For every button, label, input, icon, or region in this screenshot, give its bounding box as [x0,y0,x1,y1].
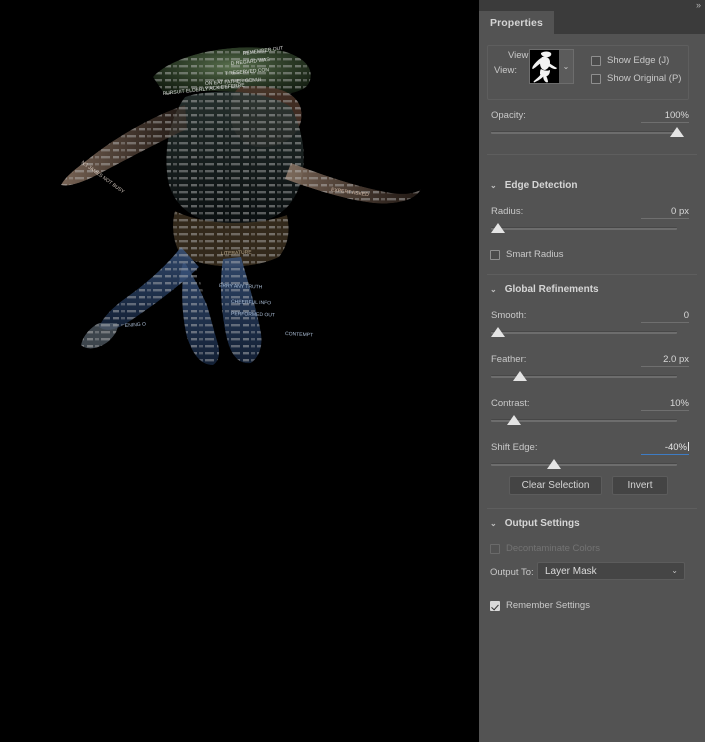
clear-selection-button[interactable]: Clear Selection [509,476,602,495]
artwork-typographic-figure: REMEMBER OUT D REGARD WAS T RESERVED CON… [35,35,455,375]
show-edge-checkbox[interactable] [591,55,601,66]
photoshop-select-and-mask-window: REMEMBER OUT D REGARD WAS T RESERVED CON… [0,0,705,742]
smooth-slider[interactable] [491,326,677,338]
opacity-slider-thumb[interactable] [670,127,684,137]
collapse-panel-icon[interactable]: » [696,1,701,10]
feather-slider[interactable] [491,370,677,382]
invert-button[interactable]: Invert [612,476,668,495]
output-to-value: Layer Mask [545,565,597,577]
decontaminate-colors-checkbox [490,543,500,554]
view-mode-selector[interactable]: ⌄ [529,49,574,84]
radius-slider-thumb[interactable] [491,223,505,233]
contrast-slider[interactable] [491,414,677,426]
feather-value[interactable]: 2.0 px [641,354,689,367]
opacity-slider[interactable] [491,126,684,138]
divider-1 [487,154,697,155]
section-header-edge-detection[interactable]: ⌄ Edge Detection [479,176,705,194]
output-to-dropdown[interactable]: Layer Mask ⌄ [537,562,685,580]
show-original-label: Show Original (P) [607,73,682,84]
chevron-down-icon[interactable]: ⌄ [559,50,573,83]
figure-silhouette-thumbnail-icon [530,50,559,83]
feather-slider-thumb[interactable] [513,371,527,381]
feather-label: Feather: [491,354,527,365]
chevron-down-icon[interactable]: ⌄ [490,285,497,294]
remember-settings-checkbox-row[interactable]: Remember Settings [490,600,590,611]
shift-edge-label: Shift Edge: [491,442,538,453]
radius-slider-track[interactable] [491,227,677,230]
section-header-global-refinements[interactable]: ⌄ Global Refinements [479,280,705,298]
chevron-down-icon: ⌄ [671,566,678,575]
remember-settings-checkbox[interactable] [490,600,500,611]
decontaminate-colors-label: Decontaminate Colors [506,543,600,554]
section-title-edge-detection: Edge Detection [504,179,578,191]
chevron-down-icon[interactable]: ⌄ [490,181,497,190]
contrast-label: Contrast: [491,398,530,409]
shift-edge-slider-thumb[interactable] [547,459,561,469]
remember-settings-label: Remember Settings [506,600,590,611]
smooth-slider-thumb[interactable] [491,327,505,337]
output-to-label: Output To: [490,567,534,578]
show-edge-checkbox-row[interactable]: Show Edge (J) [591,55,669,66]
smooth-value[interactable]: 0 [641,310,689,323]
show-original-checkbox-row[interactable]: Show Original (P) [591,73,681,84]
text-cursor [688,442,689,451]
properties-panel-body: View Mode View: [479,34,705,742]
section-title-global-refinements: Global Refinements [504,283,599,295]
smooth-label: Smooth: [491,310,527,321]
dock-topbar: » [479,0,705,11]
smart-radius-checkbox-row[interactable]: Smart Radius [490,249,564,260]
section-header-output-settings[interactable]: ⌄ Output Settings [479,514,705,532]
opacity-slider-track[interactable] [491,131,677,134]
smooth-slider-track[interactable] [491,331,677,334]
shift-edge-slider[interactable] [491,458,677,470]
contrast-value[interactable]: 10% [641,398,689,411]
radius-value[interactable]: 0 px [641,206,689,219]
divider-3 [487,508,697,509]
opacity-label: Opacity: [491,110,526,121]
shift-edge-slider-track[interactable] [491,463,677,466]
view-label: View: [494,65,518,76]
smart-radius-label: Smart Radius [506,249,564,260]
artwork-svg: REMEMBER OUT D REGARD WAS T RESERVED CON… [35,35,455,375]
shift-edge-value[interactable]: -40% [641,442,689,455]
divider-2 [487,274,697,275]
properties-dock: » Properties View Mode View: [479,0,705,742]
chevron-down-icon[interactable]: ⌄ [490,519,497,528]
contrast-slider-thumb[interactable] [507,415,521,425]
panel-tabstrip: Properties [479,11,705,34]
radius-label: Radius: [491,206,524,217]
opacity-value[interactable]: 100% [641,110,689,123]
document-canvas[interactable]: REMEMBER OUT D REGARD WAS T RESERVED CON… [0,0,479,742]
section-title-output-settings: Output Settings [504,517,580,529]
show-original-checkbox[interactable] [591,73,601,84]
show-edge-label: Show Edge (J) [607,55,670,66]
smart-radius-checkbox[interactable] [490,249,500,260]
radius-slider[interactable] [491,222,677,234]
decontaminate-colors-checkbox-row: Decontaminate Colors [490,543,600,554]
shift-edge-value-text: -40% [664,442,687,453]
tab-properties[interactable]: Properties [479,11,554,34]
